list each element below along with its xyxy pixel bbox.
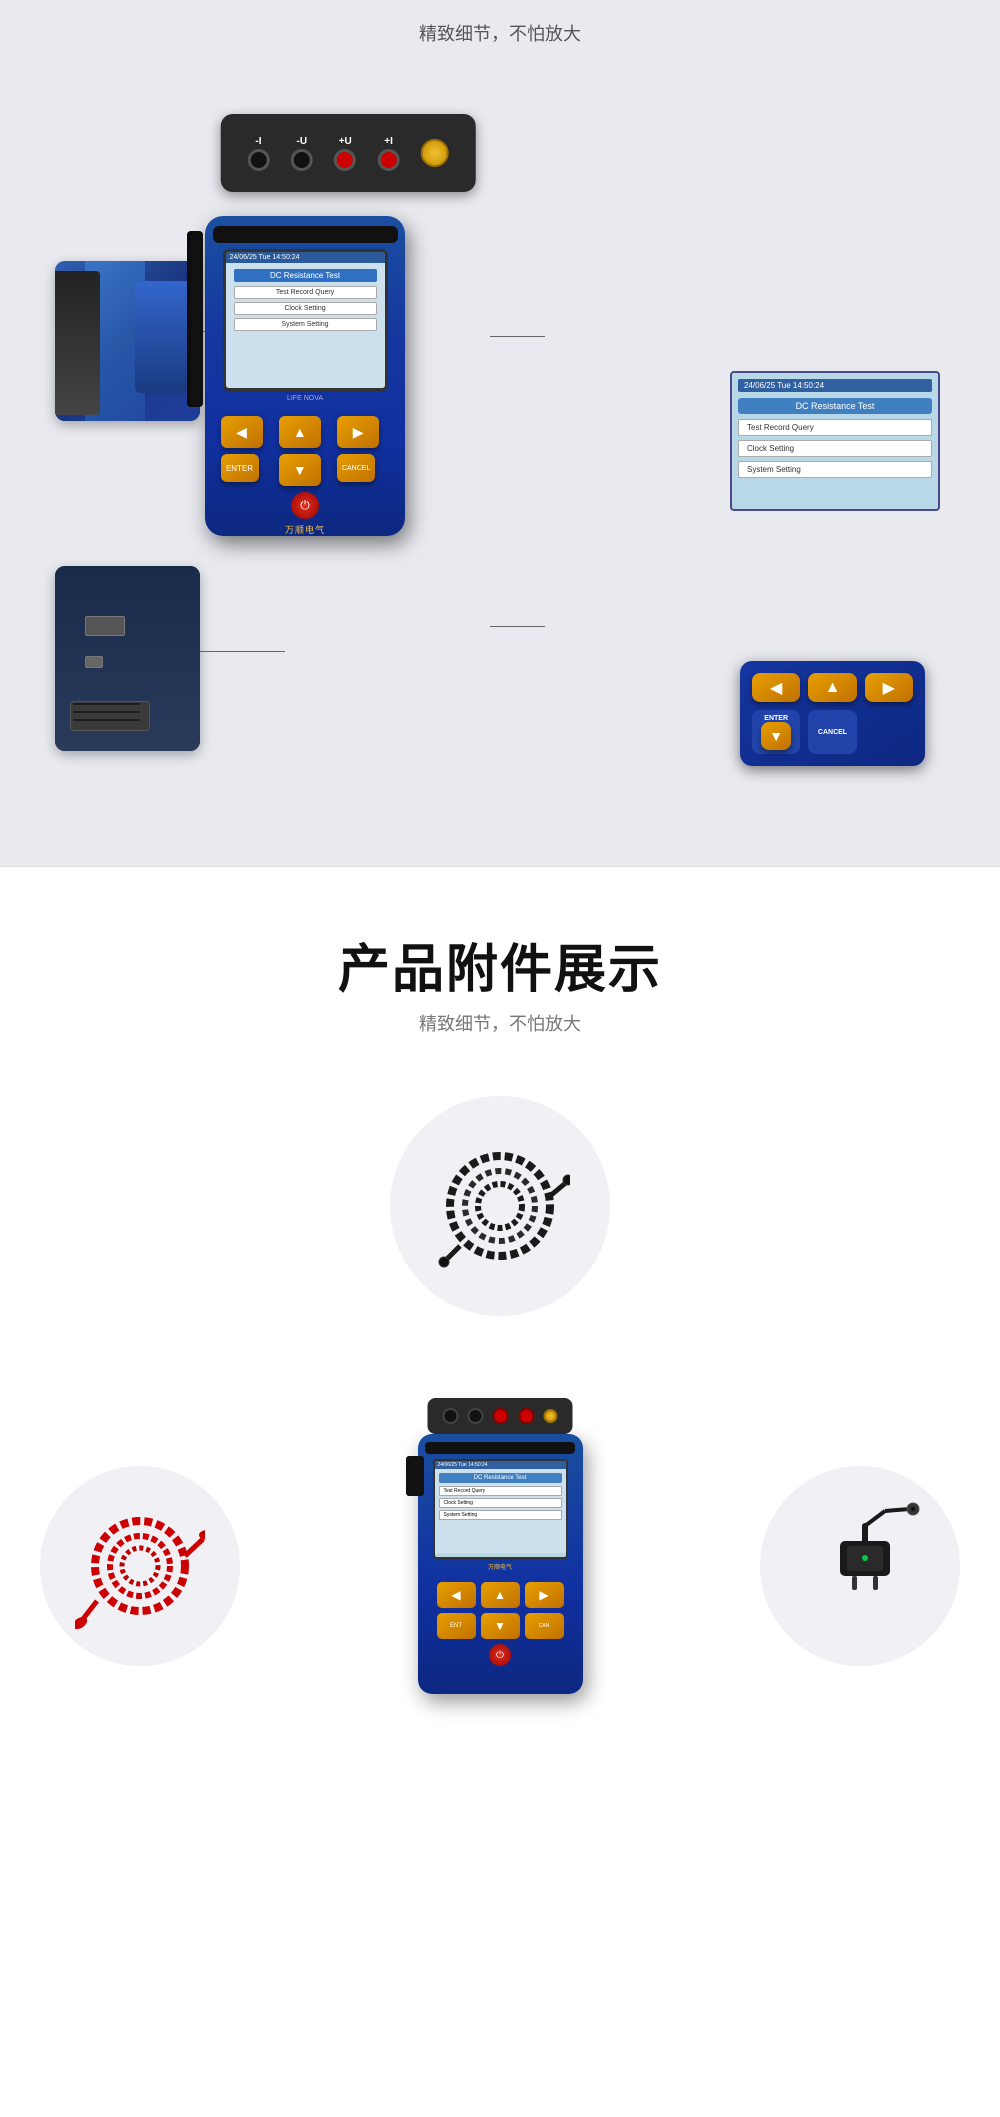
callout-item-3: System Setting (738, 461, 932, 478)
terminal-3: +U (334, 136, 356, 171)
acc-top-circle-black-cable (390, 1096, 610, 1316)
port-view-content (55, 566, 200, 751)
tc-sm-term1 (442, 1408, 458, 1424)
speaker-grill (70, 701, 150, 731)
terminal-4: +I (378, 136, 400, 171)
acc-left-circle-red-cable (40, 1466, 240, 1666)
device-buttons-grid: ◀ ▲ ▶ ENTER ▼ CANCEL (213, 416, 398, 486)
callout-line-2 (200, 651, 285, 652)
connector-panel: -I -U +U +I (221, 114, 476, 192)
callout-btn-left[interactable]: ◀ (752, 673, 800, 702)
tc-sm-term2 (468, 1408, 484, 1424)
device-small-screen: 24/06/25 Tue 14:50:24 DC Resistance Test… (433, 1459, 568, 1559)
ethernet-port (85, 616, 125, 636)
main-device-body: 24/06/25 Tue 14:50:24 DC Resistance Test… (205, 216, 405, 536)
small-btn-left[interactable]: ◀ (437, 1582, 476, 1608)
btn-enter-small[interactable]: ENTER (221, 454, 259, 482)
red-cable-svg (75, 1501, 205, 1631)
callout-screen-header: 24/06/25 Tue 14:50:24 (738, 379, 932, 392)
small-btn-enter[interactable]: ENT (437, 1613, 476, 1639)
small-power-btn[interactable]: ⏻ (489, 1644, 511, 1666)
screen-menu-item-2: Clock Setting (234, 302, 377, 315)
terminal-red-2 (378, 149, 400, 171)
terminal-red-1 (334, 149, 356, 171)
callout-down-arrow[interactable]: ▼ (761, 722, 791, 750)
acc-right-circle-adapter (760, 1466, 960, 1666)
screen-header: 24/06/25 Tue 14:50:24 (226, 252, 385, 263)
side-view-content (55, 261, 200, 421)
thumb-side-view (55, 261, 200, 421)
strap-small (406, 1456, 424, 1496)
callout-resistance-test: DC Resistance Test (738, 398, 932, 414)
device-logo: 万顺电气 (285, 523, 325, 536)
adapter-svg (795, 1501, 925, 1631)
terminal-black-1 (247, 149, 269, 171)
small-btn-right[interactable]: ▶ (525, 1582, 564, 1608)
usb-port (85, 656, 103, 668)
section2-title: 产品附件展示 (0, 927, 1000, 1002)
callout-btn-right[interactable]: ▶ (865, 673, 913, 702)
device-small-topbar (425, 1442, 575, 1454)
callout-btn-enter[interactable]: ENTER ▼ (752, 710, 800, 754)
small-screen-title: DC Resistance Test (439, 1473, 562, 1483)
section2-subtitle: 精致细节，不怕放大 (0, 1010, 1000, 1036)
screen-date: 24/06/25 Tue 14:50:24 (230, 254, 300, 261)
device-small-buttons: ◀ ▲ ▶ ENT ▼ CAN (433, 1582, 568, 1639)
callout-line-buttons (490, 626, 545, 627)
black-cable-svg (430, 1136, 570, 1276)
screen-menu-title: DC Resistance Test (234, 269, 377, 282)
top-connector-small (428, 1398, 573, 1434)
small-btn-cancel[interactable]: CAN (525, 1613, 564, 1639)
terminal-1: -I (247, 136, 269, 171)
screen-callout: 24/06/25 Tue 14:50:24 DC Resistance Test… (730, 371, 940, 511)
screen-sublabel: LIFE NOVA (287, 395, 323, 402)
small-btn-down[interactable]: ▼ (481, 1613, 520, 1639)
tc-sm-term5 (544, 1409, 558, 1423)
acc-bottom-row: 24/06/25 Tue 14:50:24 DC Resistance Test… (0, 1416, 1000, 1716)
small-btn-up[interactable]: ▲ (481, 1582, 520, 1608)
btn-cancel-small[interactable]: CANCEL (337, 454, 375, 482)
device-screen: 24/06/25 Tue 14:50:24 DC Resistance Test… (223, 249, 388, 391)
terminal-black-2 (291, 149, 313, 171)
product-stage: -I -U +U +I (0, 76, 1000, 826)
tc-sm-term4 (518, 1408, 534, 1424)
center-device-small-container: 24/06/25 Tue 14:50:24 DC Resistance Test… (260, 1416, 740, 1716)
screen-menu: DC Resistance Test Test Record Query Clo… (226, 263, 385, 391)
btn-down[interactable]: ▼ (279, 454, 321, 486)
device-small-body: 24/06/25 Tue 14:50:24 DC Resistance Test… (418, 1434, 583, 1694)
device-top-bar (213, 226, 398, 243)
device-small-logo: 万顺电气 (488, 1562, 512, 1571)
btn-right[interactable]: ▶ (337, 416, 379, 448)
terminal-gold (421, 139, 449, 167)
callout-btn-cancel[interactable]: CANCEL (808, 710, 856, 754)
btn-left[interactable]: ◀ (221, 416, 263, 448)
screen-menu-item-1: Test Record Query (234, 286, 377, 299)
section2-accessories: 产品附件展示 精致细节，不怕放大 (0, 867, 1000, 1846)
small-screen-header: 24/06/25 Tue 14:50:24 (435, 1461, 566, 1469)
device-strap (187, 231, 203, 407)
btn-up[interactable]: ▲ (279, 416, 321, 448)
callout-item-1: Test Record Query (738, 419, 932, 436)
tc-sm-term3 (493, 1408, 509, 1424)
screen-menu-item-3: System Setting (234, 318, 377, 331)
small-screen-item3: System Setting (439, 1510, 562, 1520)
section1-subtitle: 精致细节，不怕放大 (0, 20, 1000, 46)
button-callout: ◀ ▲ ▶ ENTER ▼ ▼ CANCEL (740, 661, 925, 766)
thumb-port-view (55, 566, 200, 751)
accessories-layout: 24/06/25 Tue 14:50:24 DC Resistance Test… (0, 1096, 1000, 1796)
callout-item-2: Clock Setting (738, 440, 932, 457)
section1-product-detail: 精致细节，不怕放大 -I -U +U +I (0, 0, 1000, 866)
callout-screen-date: 24/06/25 Tue 14:50:24 (744, 381, 824, 390)
callout-line-screen (490, 336, 545, 337)
callout-btn-up[interactable]: ▲ (808, 673, 856, 702)
terminal-2: -U (291, 136, 313, 171)
small-screen-item2: Clock Setting (439, 1498, 562, 1508)
device-small: 24/06/25 Tue 14:50:24 DC Resistance Test… (418, 1416, 583, 1716)
small-screen-item1: Test Record Query (439, 1486, 562, 1496)
power-button[interactable]: ⏻ (291, 492, 319, 519)
terminal-5-ground (421, 139, 449, 167)
